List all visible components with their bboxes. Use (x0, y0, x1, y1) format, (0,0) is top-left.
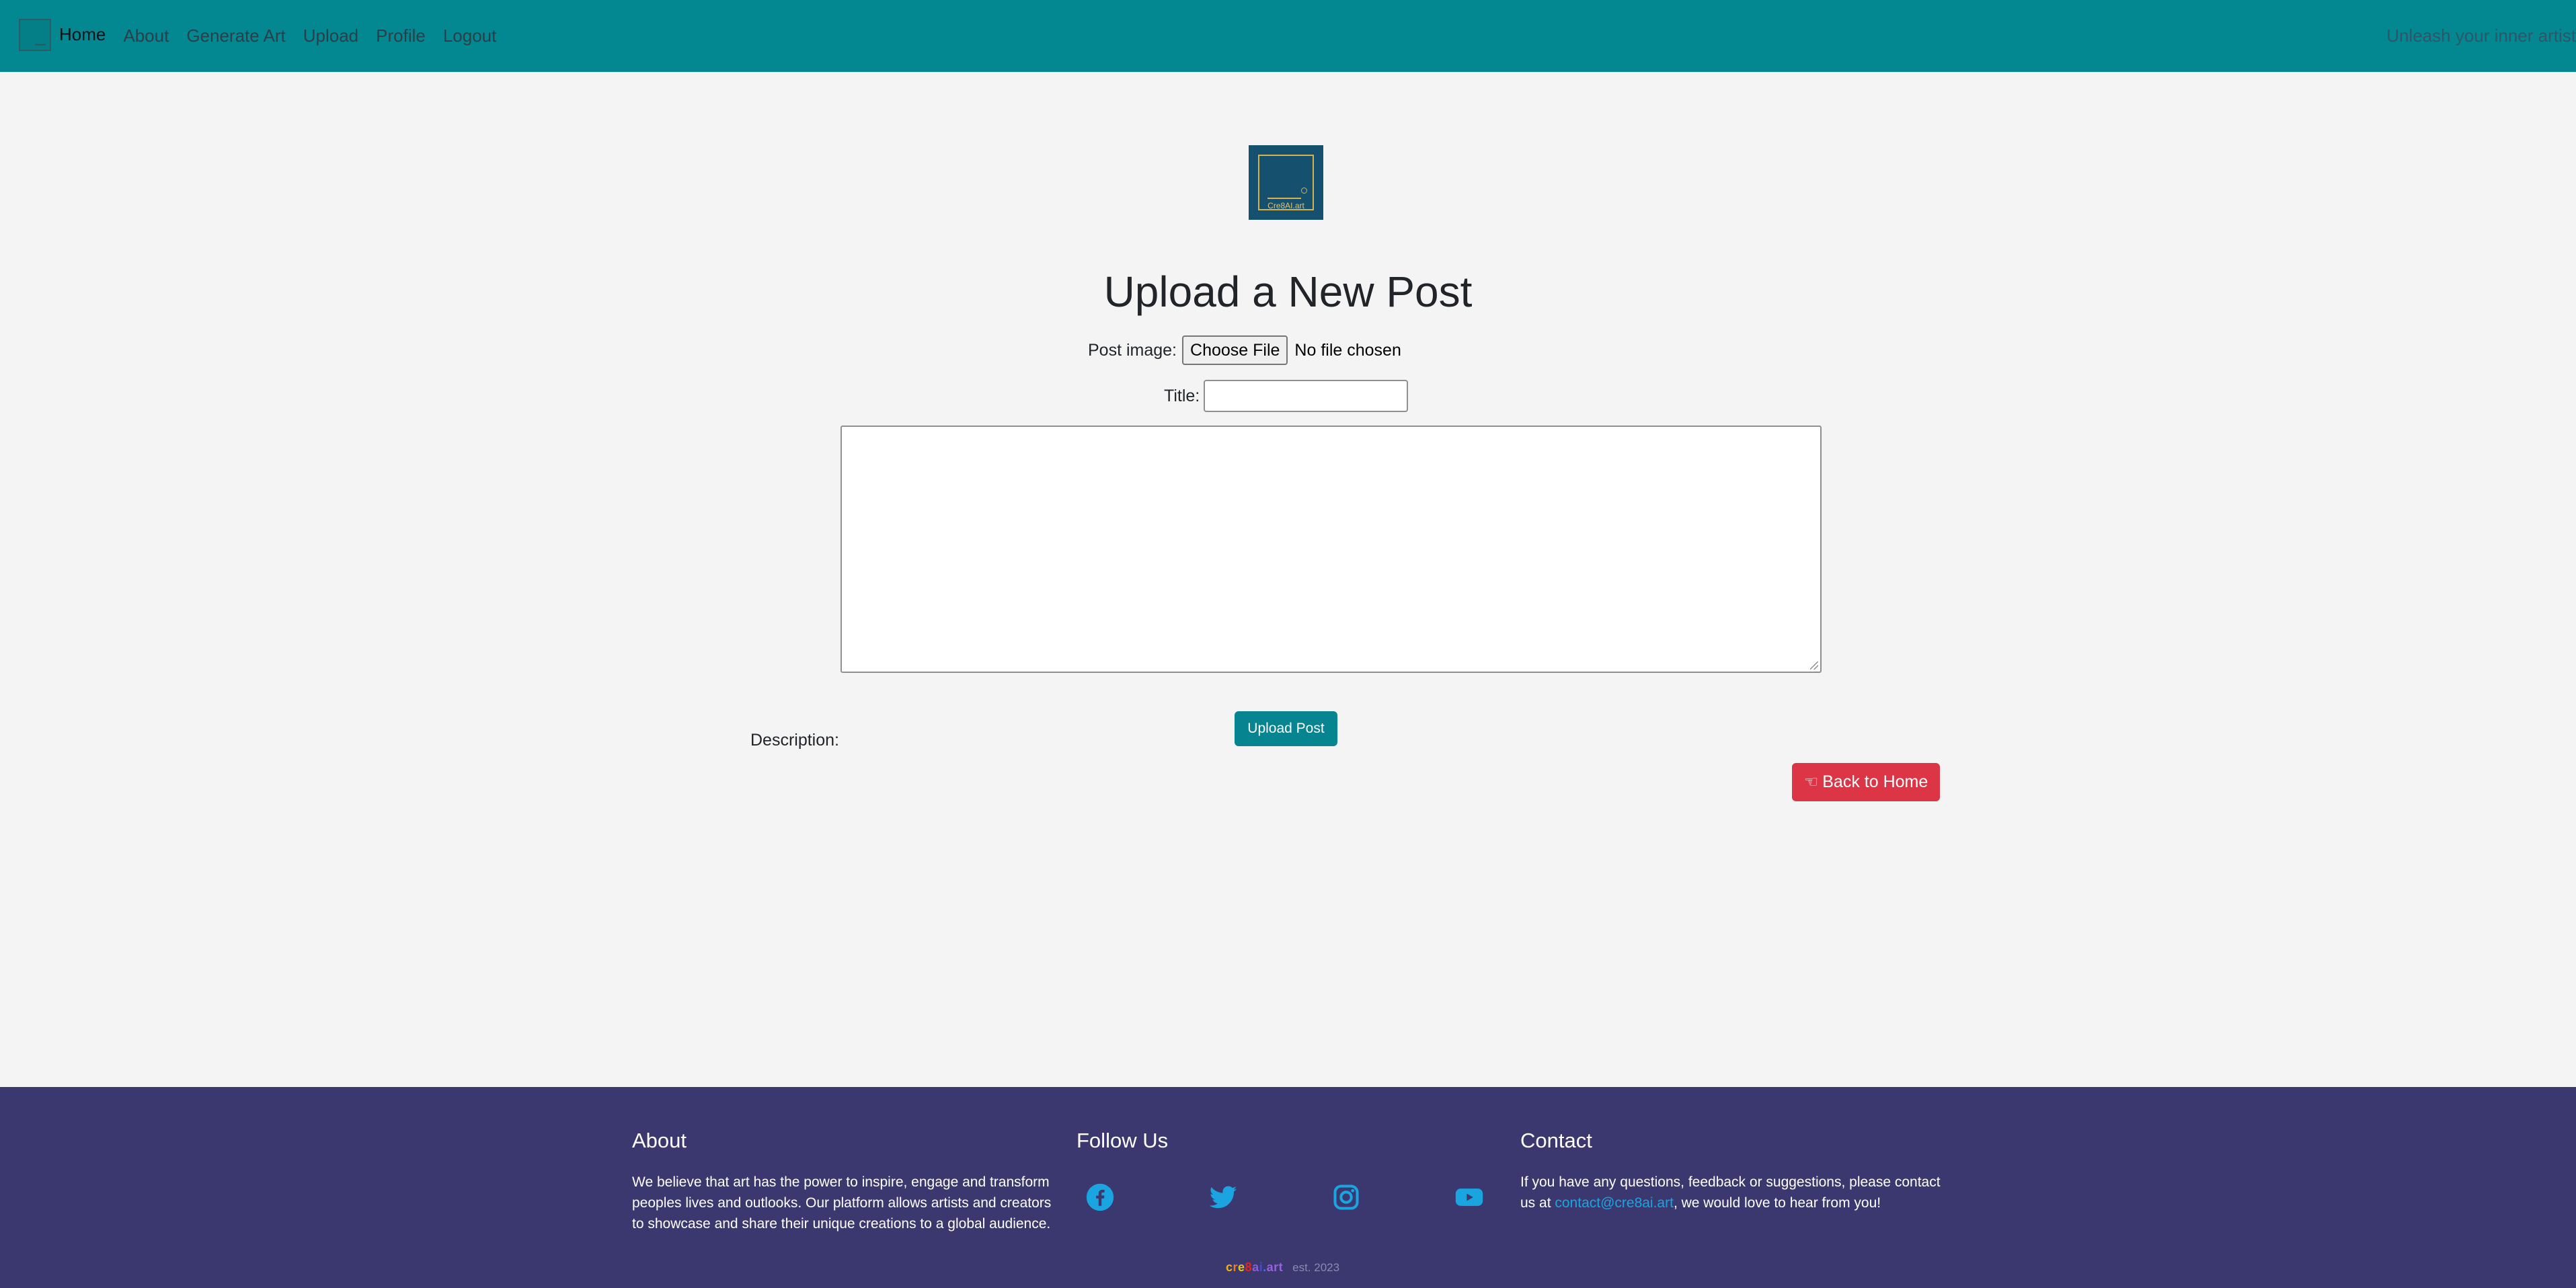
post-image-row: Post image: Choose File No file chosen (1088, 335, 1401, 365)
nav-upload[interactable]: Upload (303, 26, 358, 46)
back-to-home-label: Back to Home (1822, 772, 1928, 791)
navbar-tagline: Unleash your inner artist (2386, 26, 2576, 46)
contact-text-after: , we would love to hear from you! (1673, 1195, 1881, 1211)
nav-generate-art[interactable]: Generate Art (186, 26, 285, 46)
footer-copyright: cre8ai.art est. 2023 (1226, 1260, 1339, 1275)
twitter-icon[interactable] (1208, 1182, 1238, 1212)
footer-brand-logo: cre8ai.art (1226, 1260, 1284, 1274)
page-title: Upload a New Post (1103, 268, 1473, 316)
upload-main: Cre8AI.art Upload a New Post Post image:… (0, 72, 2576, 1087)
upload-post-button[interactable]: Upload Post (1235, 711, 1337, 746)
top-navbar: Home About Generate Art Upload Profile L… (0, 0, 2576, 72)
youtube-icon[interactable] (1454, 1182, 1484, 1212)
logo-sun-icon (1301, 188, 1307, 194)
footer-est: est. 2023 (1292, 1260, 1340, 1274)
title-row: Title: (1164, 380, 1409, 412)
nav-profile[interactable]: Profile (376, 26, 426, 46)
footer-about-text: We believe that art has the power to ins… (632, 1174, 1052, 1232)
contact-email-link[interactable]: contact@cre8ai.art (1555, 1195, 1674, 1211)
logo-line (1267, 198, 1301, 199)
logo-text: Cre8AI.art (1267, 201, 1304, 210)
pointing-hand-icon: ☜ (1803, 773, 1819, 791)
nav-about[interactable]: About (123, 26, 169, 46)
footer-follow-heading: Follow Us (1077, 1129, 1169, 1152)
nav-links: Home About Generate Art Upload Profile L… (59, 0, 514, 72)
instagram-icon[interactable] (1331, 1182, 1361, 1212)
file-status: No file chosen (1294, 340, 1401, 360)
description-label: Description: (750, 731, 839, 750)
nav-logout[interactable]: Logout (443, 26, 497, 46)
facebook-icon[interactable] (1085, 1182, 1115, 1212)
brand-logo: Cre8AI.art (1249, 145, 1323, 220)
title-input[interactable] (1204, 380, 1409, 412)
choose-file-button[interactable]: Choose File (1182, 335, 1288, 365)
title-label: Title: (1164, 386, 1200, 405)
description-textarea[interactable] (841, 426, 1822, 673)
footer-about-heading: About (632, 1129, 687, 1152)
nav-logo[interactable] (19, 19, 51, 51)
post-image-label: Post image: (1088, 340, 1177, 360)
footer-contact-text: If you have any questions, feedback or s… (1520, 1172, 1944, 1213)
nav-home[interactable]: Home (59, 24, 106, 45)
footer: About We believe that art has the power … (0, 1087, 2576, 1288)
back-to-home-button[interactable]: ☜ Back to Home (1792, 763, 1940, 801)
footer-contact-heading: Contact (1520, 1129, 1592, 1152)
